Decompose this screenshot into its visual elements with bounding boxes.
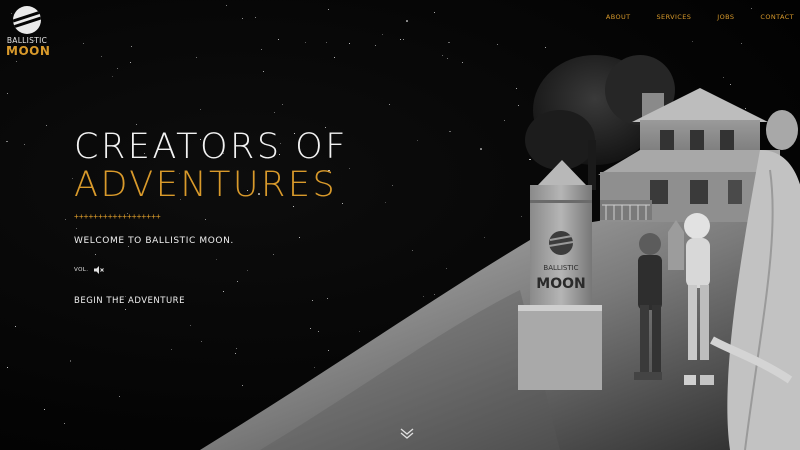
monument-sign: BALLISTIC MOON [518, 160, 602, 390]
welcome-text: WELCOME TO BALLISTIC MOON. [74, 236, 234, 246]
hero-heading: CREATORS OF ADVENTURES [74, 128, 348, 204]
volume-label: VOL. [74, 267, 89, 273]
moon-logo-icon [13, 6, 41, 34]
hero-title-line2: ADVENTURES [74, 165, 338, 205]
site-logo[interactable]: BALLISTIC MOON [6, 6, 51, 68]
speaker-muted-icon[interactable] [94, 266, 105, 274]
sign-text-top: BALLISTIC [543, 264, 578, 272]
sign-text-bottom: MOON [536, 276, 585, 292]
hero-title-line1: CREATORS OF [74, 127, 348, 167]
hero-illustration: BALLISTIC MOON [200, 55, 800, 450]
begin-adventure-link[interactable]: BEGIN THE ADVENTURE [74, 296, 185, 306]
nav-item-about[interactable]: ABOUT [606, 13, 631, 21]
double-chevron-down-icon[interactable] [400, 428, 414, 440]
logo-text-bottom: MOON [6, 44, 51, 58]
main-nav: ABOUT SERVICES JOBS CONTACT [606, 13, 794, 21]
nav-item-contact[interactable]: CONTACT [760, 13, 794, 21]
nav-item-services[interactable]: SERVICES [657, 13, 692, 21]
nav-item-jobs[interactable]: JOBS [717, 13, 734, 21]
decorative-divider: ++++++++++++++++++ [74, 212, 161, 221]
volume-control[interactable]: VOL. [74, 266, 105, 274]
landing-page: BALLISTIC MOON BALLISTIC MOON ABOUT SERV… [0, 0, 800, 450]
